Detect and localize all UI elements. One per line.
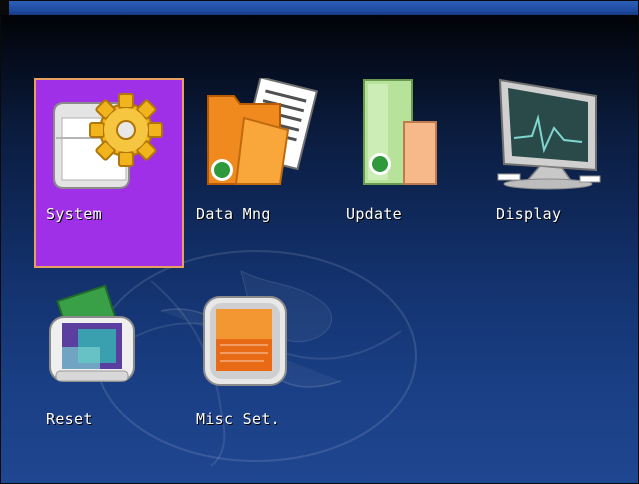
device-screen: System Data Mng Update Display Reset Mis… — [0, 0, 639, 484]
update-icon — [363, 79, 437, 185]
menu-label-update: Update — [346, 205, 402, 223]
reset-icon — [49, 284, 135, 382]
data-folder-icon — [207, 78, 319, 185]
menu-label-system: System — [46, 205, 102, 223]
menu-item-data-mng[interactable]: Data Mng — [184, 78, 334, 268]
menu-label-data-mng: Data Mng — [196, 205, 271, 223]
monitor-icon — [497, 78, 601, 190]
menu-item-system[interactable]: System — [34, 78, 184, 268]
menu-item-update[interactable]: Update — [334, 78, 484, 268]
misc-settings-icon — [203, 296, 287, 386]
menu-label-display: Display — [496, 205, 562, 223]
system-gear-folder-icon — [53, 93, 163, 189]
top-status-bar — [1, 1, 638, 15]
menu-label-reset: Reset — [46, 410, 93, 428]
menu-label-misc-set: Misc Set. — [196, 410, 280, 428]
menu-item-misc-set[interactable]: Misc Set. — [184, 283, 334, 473]
menu-item-display[interactable]: Display — [484, 78, 634, 268]
menu-item-reset[interactable]: Reset — [34, 283, 184, 473]
